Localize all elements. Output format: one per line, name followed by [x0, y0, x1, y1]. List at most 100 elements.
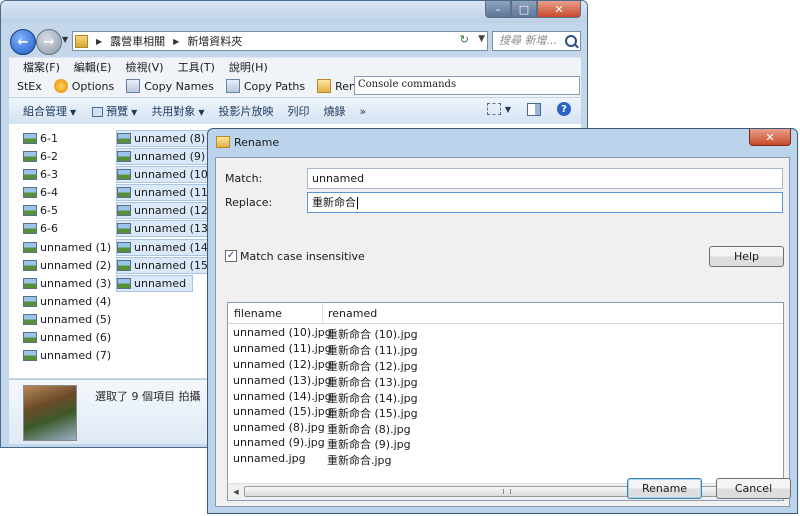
help-icon[interactable]: ? — [557, 102, 571, 116]
back-button[interactable]: ← — [10, 29, 36, 55]
list-row[interactable]: unnamed (15).jpg 重新命合 (15).jpg — [228, 404, 783, 420]
change-view-icon[interactable] — [486, 103, 501, 115]
file-item-selected[interactable]: unnamed (8) — [116, 130, 213, 147]
preview-pane-icon[interactable] — [527, 102, 541, 116]
menu-edit[interactable]: 編輯(E) — [74, 59, 112, 75]
copy-paths-button[interactable]: Copy Paths — [225, 79, 305, 93]
scroll-left-icon[interactable]: ◀ — [228, 484, 244, 500]
file-item[interactable]: unnamed (5) — [23, 311, 111, 328]
breadcrumb-arrow-icon[interactable]: ▶ — [96, 37, 102, 46]
file-item[interactable]: unnamed (3) — [23, 275, 111, 292]
console-input[interactable]: Console commands — [354, 76, 580, 95]
minimize-button[interactable]: – — [485, 1, 511, 18]
match-label: Match: — [225, 172, 263, 185]
file-item[interactable]: 6-4 — [23, 184, 58, 201]
file-item[interactable]: 6-5 — [23, 202, 58, 219]
dialog-title: Rename — [234, 136, 280, 149]
preview-icon — [92, 107, 104, 117]
file-item-selected[interactable]: unnamed (11) — [116, 184, 220, 201]
menu-file[interactable]: 檔案(F) — [23, 59, 60, 75]
menu-help[interactable]: 說明(H) — [229, 59, 268, 75]
match-case-label[interactable]: Match case insensitive — [240, 250, 365, 263]
burn-button[interactable]: 燒錄 — [323, 103, 345, 119]
file-item-selected[interactable]: unnamed (12) — [116, 202, 220, 219]
breadcrumb-item[interactable]: 新增資料夾 — [187, 33, 242, 49]
list-row[interactable]: unnamed (13).jpg 重新命合 (13).jpg — [228, 373, 783, 389]
menu-tools[interactable]: 工具(T) — [178, 59, 215, 75]
rename-dialog: Rename ✕ Match: unnamed Replace: 重新命合 ✓ … — [207, 128, 798, 514]
replace-input[interactable]: 重新命合 — [307, 192, 783, 213]
address-bar[interactable]: ▶ 露營車相關 ▶ 新增資料夾 ↻ ▼ — [72, 31, 488, 51]
file-item[interactable]: unnamed (7) — [23, 347, 111, 364]
list-row[interactable]: unnamed (14).jpg 重新命合 (14).jpg — [228, 389, 783, 405]
share-menu[interactable]: 共用對象 ▼ — [151, 103, 204, 119]
list-row[interactable]: unnamed (8).jpg 重新命合 (8).jpg — [228, 420, 783, 436]
address-dropdown-icon[interactable]: ▼ — [478, 34, 485, 44]
options-icon — [53, 79, 68, 93]
image-file-icon — [117, 187, 131, 198]
menu-view[interactable]: 檢視(V) — [125, 59, 163, 75]
breadcrumb-arrow-icon[interactable]: ▶ — [173, 37, 179, 46]
image-file-icon — [23, 296, 37, 307]
list-row[interactable]: unnamed.jpg 重新命合.jpg — [228, 451, 783, 467]
menu-bar: 檔案(F) 編輯(E) 檢視(V) 工具(T) 說明(H) — [9, 57, 581, 76]
file-item[interactable]: unnamed (4) — [23, 293, 111, 310]
column-header-filename[interactable]: filename — [234, 307, 282, 320]
explorer-titlebar: – □ ✕ — [1, 1, 587, 23]
maximize-button[interactable]: □ — [511, 1, 537, 18]
file-item-selected[interactable]: unnamed (9) — [116, 148, 213, 165]
dialog-body: Match: unnamed Replace: 重新命合 ✓ Match cas… — [215, 157, 791, 507]
match-input[interactable]: unnamed — [307, 168, 783, 189]
rename-button[interactable]: Rename — [627, 478, 702, 499]
options-button[interactable]: Options — [53, 79, 115, 93]
breadcrumb-item[interactable]: 露營車相關 — [110, 33, 165, 49]
help-button[interactable]: Help — [709, 246, 784, 267]
file-item[interactable]: unnamed (6) — [23, 329, 111, 346]
list-row[interactable]: unnamed (11).jpg 重新命合 (11).jpg — [228, 341, 783, 357]
list-header: filename renamed — [228, 303, 783, 324]
list-row[interactable]: unnamed (10).jpg 重新命合 (10).jpg — [228, 325, 783, 341]
image-file-icon — [23, 350, 37, 361]
file-item-selected[interactable]: unnamed — [116, 275, 194, 292]
forward-button[interactable]: → — [36, 29, 62, 55]
search-icon[interactable] — [565, 35, 577, 47]
file-item-selected[interactable]: unnamed (15) — [116, 257, 220, 274]
close-button[interactable]: ✕ — [537, 1, 581, 18]
match-case-checkbox[interactable]: ✓ — [225, 250, 237, 262]
image-file-icon — [23, 314, 37, 325]
file-item[interactable]: 6-6 — [23, 220, 58, 237]
slideshow-button[interactable]: 投影片放映 — [218, 103, 273, 119]
options-label: Options — [71, 79, 115, 93]
print-button[interactable]: 列印 — [287, 103, 309, 119]
list-row[interactable]: unnamed (9).jpg 重新命合 (9).jpg — [228, 435, 783, 451]
rename-icon — [216, 136, 230, 148]
file-item-selected[interactable]: unnamed (10) — [116, 166, 220, 183]
image-file-icon — [23, 332, 37, 343]
dialog-titlebar[interactable]: Rename ✕ — [208, 129, 797, 155]
file-item-selected[interactable]: unnamed (13) — [116, 220, 220, 237]
column-header-renamed[interactable]: renamed — [328, 307, 377, 320]
file-item[interactable]: unnamed (2) — [23, 257, 111, 274]
view-dropdown-icon[interactable]: ▼ — [505, 105, 511, 114]
rename-icon — [317, 79, 332, 93]
rename-preview-list[interactable]: filename renamed unnamed (10).jpg 重新命合 (1… — [227, 302, 784, 501]
dialog-close-button[interactable]: ✕ — [749, 129, 791, 146]
refresh-icon[interactable]: ↻ — [460, 33, 469, 46]
preview-button[interactable]: 預覽 ▼ — [92, 103, 137, 119]
search-input[interactable]: 搜尋 新增... — [492, 31, 581, 51]
file-item[interactable]: unnamed (1) — [23, 239, 111, 256]
photo-thumbnail — [23, 385, 77, 441]
stex-toolbar: StEx Options Copy Names Copy Paths Renam… — [9, 75, 581, 97]
image-file-icon — [117, 242, 131, 253]
file-item[interactable]: 6-2 — [23, 148, 58, 165]
image-file-icon — [23, 151, 37, 162]
file-item[interactable]: 6-3 — [23, 166, 58, 183]
copy-names-button[interactable]: Copy Names — [126, 79, 214, 93]
recent-pages-dropdown-icon[interactable]: ▼ — [62, 35, 68, 44]
list-row[interactable]: unnamed (12).jpg 重新命合 (12).jpg — [228, 357, 783, 373]
file-item-selected[interactable]: unnamed (14) — [116, 239, 220, 256]
cancel-button[interactable]: Cancel — [716, 478, 791, 499]
organize-menu[interactable]: 組合管理 ▼ — [23, 103, 76, 119]
file-item[interactable]: 6-1 — [23, 130, 58, 147]
more-commands-button[interactable]: » — [359, 105, 366, 118]
